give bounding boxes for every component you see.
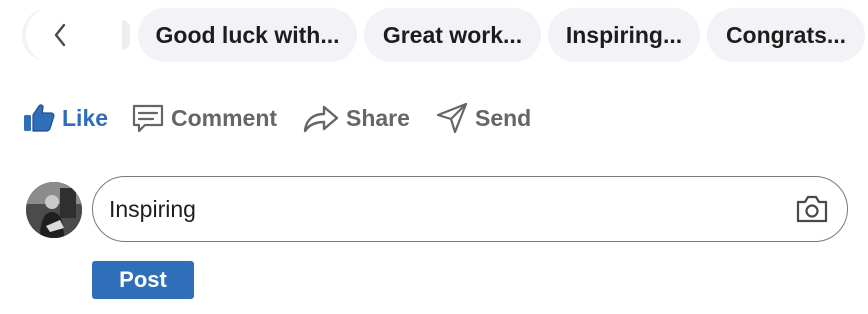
comment-button[interactable]: Comment <box>131 96 277 140</box>
avatar-photo <box>26 182 82 238</box>
suggestions-prev-button[interactable] <box>22 8 130 62</box>
post-button[interactable]: Post <box>92 261 194 299</box>
suggestion-chip-inspiring[interactable]: Inspiring... <box>548 8 700 62</box>
post-social-actions: Good luck with... Great work... Inspirin… <box>0 0 868 314</box>
like-button[interactable]: Like <box>22 96 108 140</box>
comment-input-text: Inspiring <box>109 196 196 222</box>
comment-label: Comment <box>171 104 278 131</box>
thumbs-up-icon <box>24 104 55 132</box>
share-button[interactable]: Share <box>302 96 410 140</box>
share-arrow-icon <box>303 105 339 133</box>
camera-icon <box>796 195 828 223</box>
send-label: Send <box>475 104 532 131</box>
suggestion-chip-good-luck[interactable]: Good luck with... <box>138 8 357 62</box>
add-photo-button[interactable] <box>795 194 829 224</box>
suggestion-chip-congrats[interactable]: Congrats... <box>707 8 865 62</box>
share-label: Share <box>346 104 410 131</box>
comment-icon <box>132 104 164 133</box>
send-icon <box>436 102 468 134</box>
social-action-bar: Like Comment Share Send <box>0 96 868 140</box>
send-button[interactable]: Send <box>435 96 531 140</box>
like-label: Like <box>62 104 109 131</box>
chevron-left-icon <box>54 23 66 47</box>
avatar[interactable] <box>26 182 82 238</box>
comment-field[interactable]: Inspiring <box>92 176 848 242</box>
comment-composer: Inspiring <box>0 176 868 244</box>
comment-suggestions: Good luck with... Great work... Inspirin… <box>0 8 868 62</box>
suggestion-chip-great-work[interactable]: Great work... <box>364 8 541 62</box>
